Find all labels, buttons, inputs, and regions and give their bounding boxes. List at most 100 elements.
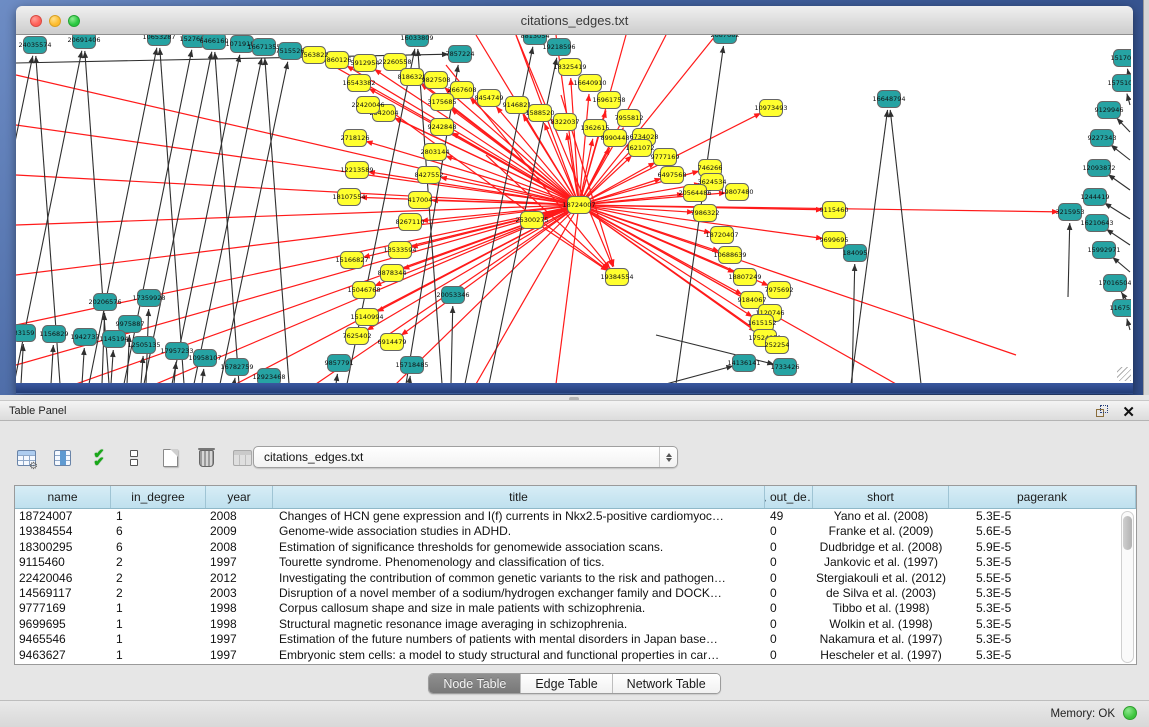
table-cell[interactable]: 2 [111, 586, 206, 601]
table-cell[interactable]: 6 [111, 524, 206, 539]
graph-node[interactable]: 5912954 [351, 55, 380, 72]
resize-grip-icon[interactable] [1117, 367, 1131, 381]
tab-network-table[interactable]: Network Table [613, 674, 720, 693]
table-cell[interactable]: 9115460 [15, 555, 111, 570]
table-cell[interactable]: Structural magnetic resonance image aver… [273, 617, 765, 632]
graph-node[interactable]: 17016504 [1098, 275, 1131, 292]
graph-node[interactable]: 16648794 [872, 91, 905, 108]
graph-node[interactable]: 7955812 [615, 110, 644, 127]
graph-node[interactable]: 19807480 [720, 184, 753, 201]
table-cell[interactable]: 1998 [206, 601, 273, 616]
table-cell[interactable]: 0 [765, 617, 813, 632]
graph-node[interactable]: 12093872 [1082, 160, 1115, 177]
table-cell[interactable]: Nakamura et al. (1997) [813, 632, 949, 647]
table-cell[interactable]: 49 [765, 509, 813, 524]
graph-node[interactable]: 6914479 [378, 334, 407, 351]
graph-node[interactable]: 8267110 [396, 214, 425, 231]
graph-node[interactable]: 18107554 [332, 189, 365, 206]
graph-node[interactable]: 18720407 [705, 227, 738, 244]
graph-node[interactable]: 1615152 [748, 315, 777, 332]
column-header-out_de[interactable]: △out_de… [765, 486, 813, 508]
graph-node[interactable]: 8454749 [475, 90, 504, 107]
table-cell[interactable]: 5.9E-5 [949, 540, 1136, 555]
row-select-icon[interactable]: ✔✔ [86, 446, 110, 470]
graph-node[interactable]: 12213589 [340, 162, 373, 179]
close-panel-icon[interactable]: ✕ [1122, 403, 1135, 421]
table-cell[interactable]: 9463627 [15, 648, 111, 663]
table-row[interactable]: 969969511998Structural magnetic resonanc… [15, 617, 1136, 632]
graph-node[interactable]: 8322037 [551, 114, 580, 131]
table-cell[interactable]: 14569117 [15, 586, 111, 601]
column-chooser-icon[interactable] [50, 446, 74, 470]
column-header-title[interactable]: title [273, 486, 765, 508]
graph-node[interactable]: 16961758 [592, 92, 625, 109]
table-row[interactable]: 1456911722003Disruption of a novel membe… [15, 586, 1136, 601]
graph-node[interactable]: 2718126 [341, 130, 370, 147]
table-cell[interactable]: 22420046 [15, 571, 111, 586]
graph-node[interactable]: 7625402 [343, 328, 372, 345]
graph-node[interactable]: 1145194 [100, 331, 129, 348]
graph-node[interactable]: 417004 [408, 192, 433, 209]
graph-node[interactable]: 15718485 [395, 357, 428, 374]
column-header-pagerank[interactable]: pagerank [949, 486, 1136, 508]
table-cell[interactable]: 1997 [206, 648, 273, 663]
table-cell[interactable]: 0 [765, 632, 813, 647]
graph-node[interactable]: 10653287 [142, 35, 175, 46]
table-cell[interactable]: 5.3E-5 [949, 601, 1136, 616]
table-cell[interactable]: 5.5E-5 [949, 571, 1136, 586]
table-cell[interactable]: 2012 [206, 571, 273, 586]
graph-node[interactable]: 16210643 [1080, 215, 1113, 232]
graph-node[interactable]: 1156829 [40, 326, 69, 343]
table-cell[interactable]: Tibbo et al. (1998) [813, 601, 949, 616]
table-cell[interactable]: 5.3E-5 [949, 586, 1136, 601]
vertical-scrollbar[interactable] [1121, 511, 1134, 663]
table-cell[interactable]: 5.3E-5 [949, 509, 1136, 524]
table-cell[interactable]: 5.6E-5 [949, 524, 1136, 539]
column-header-in_degree[interactable]: in_degree [111, 486, 206, 508]
graph-node[interactable]: 1517074 [1111, 50, 1131, 67]
graph-node[interactable]: 19218596 [542, 39, 575, 56]
table-cell[interactable]: Genome-wide association studies in ADHD. [273, 524, 765, 539]
network-window-titlebar[interactable]: citations_edges.txt [16, 6, 1133, 35]
tab-node-table[interactable]: Node Table [429, 674, 521, 693]
graph-node[interactable]: 1244419 [1081, 189, 1110, 206]
table-cell[interactable]: Stergiakouli et al. (2012) [813, 571, 949, 586]
table-cell[interactable]: 2008 [206, 509, 273, 524]
rows-icon[interactable] [122, 446, 146, 470]
table-settings-icon[interactable]: ⚙ [14, 446, 38, 470]
table-cell[interactable]: 18724007 [15, 509, 111, 524]
table-source-select[interactable]: citations_edges.txt [253, 446, 678, 468]
graph-node[interactable]: 7975692 [765, 282, 794, 299]
table-cell[interactable]: 0 [765, 586, 813, 601]
table-row[interactable]: 946554611997Estimation of the future num… [15, 632, 1136, 647]
table-cell[interactable]: Jankovic et al. (1997) [813, 555, 949, 570]
table-cell[interactable]: 5.3E-5 [949, 617, 1136, 632]
table-cell[interactable]: Investigating the contribution of common… [273, 571, 765, 586]
table-cell[interactable]: 1 [111, 509, 206, 524]
graph-node[interactable]: 9129946 [1095, 102, 1124, 119]
table-cell[interactable]: 18300295 [15, 540, 111, 555]
table-cell[interactable]: Disruption of a novel member of a sodium… [273, 586, 765, 601]
trash-icon[interactable] [194, 446, 218, 470]
graph-node[interactable]: 1733426 [771, 359, 800, 376]
graph-node[interactable]: 9227343 [1088, 130, 1117, 147]
table-cell[interactable]: 1 [111, 601, 206, 616]
table-cell[interactable]: 9465546 [15, 632, 111, 647]
graph-node[interactable]: 16640910 [573, 75, 606, 92]
table-row[interactable]: 1830029562008Estimation of significance … [15, 540, 1136, 555]
graph-node[interactable]: 9242848 [428, 119, 457, 136]
column-header-year[interactable]: year [206, 486, 273, 508]
graph-node[interactable]: 7986322 [691, 205, 720, 222]
table-cell[interactable]: 0 [765, 571, 813, 586]
table-cell[interactable]: Changes of HCN gene expression and I(f) … [273, 509, 765, 524]
table-cell[interactable]: Dudbridge et al. (2008) [813, 540, 949, 555]
table-cell[interactable]: 0 [765, 524, 813, 539]
network-canvas[interactable]: 1872400725300275193845549860126591295422… [16, 35, 1133, 383]
table-cell[interactable]: 2 [111, 571, 206, 586]
graph-node[interactable]: 20691406 [67, 35, 100, 49]
table-cell[interactable]: Franke et al. (2009) [813, 524, 949, 539]
graph-node[interactable]: 7515526 [276, 43, 305, 60]
table-cell[interactable]: 2009 [206, 524, 273, 539]
table-cell[interactable]: Estimation of significance thresholds fo… [273, 540, 765, 555]
graph-node[interactable]: 8878344 [378, 265, 407, 282]
